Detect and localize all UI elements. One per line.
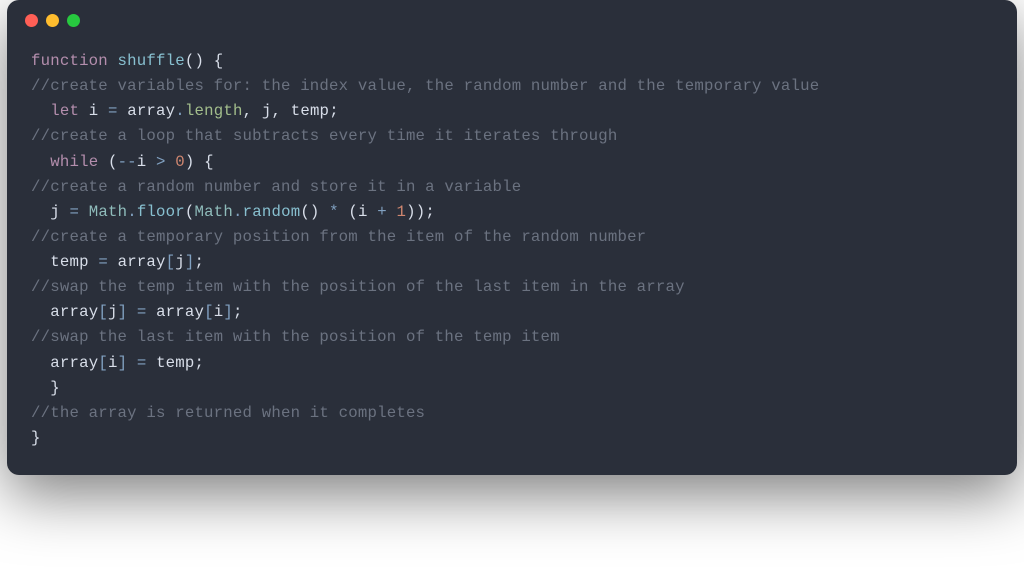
code-line: //the array is returned when it complete… — [31, 401, 993, 426]
token-ident: i — [108, 354, 118, 372]
token-ident: array — [127, 102, 175, 120]
comment-text: //create a temporary position from the i… — [31, 228, 646, 246]
token-semicolon: ; — [195, 253, 205, 271]
token-bracket: ] — [223, 303, 233, 321]
token-brace: { — [204, 153, 214, 171]
code-line: temp = array[j]; — [31, 250, 993, 275]
token-paren: ( — [108, 153, 118, 171]
code-line: while (--i > 0) { — [31, 150, 993, 175]
token-bracket: [ — [98, 354, 108, 372]
token-operator: -- — [118, 153, 137, 171]
token-bracket: [ — [166, 253, 176, 271]
token-method: random — [243, 203, 301, 221]
token-comma: , — [271, 102, 281, 120]
token-funcname: shuffle — [118, 52, 185, 70]
token-ident: i — [137, 153, 147, 171]
comment-text: //swap the last item with the position o… — [31, 328, 560, 346]
token-semicolon: ; — [233, 303, 243, 321]
token-ident: temp — [156, 354, 194, 372]
comment-text: //create a random number and store it in… — [31, 178, 521, 196]
token-operator: = — [137, 303, 147, 321]
token-ident: temp — [50, 253, 88, 271]
token-paren: ) — [185, 153, 195, 171]
token-method: floor — [137, 203, 185, 221]
token-bracket: ] — [118, 354, 128, 372]
token-bracket: ] — [185, 253, 195, 271]
token-ident: j — [50, 203, 60, 221]
token-comma: , — [243, 102, 253, 120]
token-operator: = — [137, 354, 147, 372]
token-keyword: let — [50, 102, 79, 120]
code-line: //create a random number and store it in… — [31, 175, 993, 200]
token-semicolon: ; — [329, 102, 339, 120]
token-operator: * — [329, 203, 339, 221]
token-paren: ( — [185, 203, 195, 221]
code-line: j = Math.floor(Math.random() * (i + 1)); — [31, 200, 993, 225]
token-operator: = — [108, 102, 118, 120]
token-operator: = — [98, 253, 108, 271]
token-semicolon: ; — [425, 203, 435, 221]
comment-text: //the array is returned when it complete… — [31, 404, 425, 422]
minimize-icon[interactable] — [46, 14, 59, 27]
close-icon[interactable] — [25, 14, 38, 27]
token-operator: = — [69, 203, 79, 221]
token-ident: i — [214, 303, 224, 321]
token-semicolon: ; — [195, 354, 205, 372]
code-line: } — [31, 376, 993, 401]
token-keyword: while — [50, 153, 98, 171]
comment-text: //create variables for: the index value,… — [31, 77, 819, 95]
token-brace: } — [31, 429, 41, 447]
code-line: function shuffle() { — [31, 49, 993, 74]
token-ident: i — [358, 203, 368, 221]
code-line: let i = array.length, j, temp; — [31, 99, 993, 124]
code-line: //create a temporary position from the i… — [31, 225, 993, 250]
token-ident: array — [50, 303, 98, 321]
code-line: //swap the last item with the position o… — [31, 325, 993, 350]
token-operator: . — [127, 203, 137, 221]
token-ident: array — [118, 253, 166, 271]
token-operator: > — [156, 153, 166, 171]
token-bracket: ] — [118, 303, 128, 321]
token-operator: . — [233, 203, 243, 221]
token-paren: () — [185, 52, 204, 70]
token-object: Math — [195, 203, 233, 221]
code-line: //create variables for: the index value,… — [31, 74, 993, 99]
token-paren: ( — [348, 203, 358, 221]
token-operator: . — [175, 102, 185, 120]
comment-text: //create a loop that subtracts every tim… — [31, 127, 617, 145]
code-area: function shuffle() {//create variables f… — [7, 35, 1017, 475]
token-ident: i — [89, 102, 99, 120]
token-ident: array — [156, 303, 204, 321]
code-line: array[j] = array[i]; — [31, 300, 993, 325]
token-ident: temp — [291, 102, 329, 120]
token-brace: } — [50, 379, 60, 397]
code-window: function shuffle() {//create variables f… — [7, 0, 1017, 475]
token-brace: { — [214, 52, 224, 70]
token-keyword: function — [31, 52, 108, 70]
window-titlebar — [7, 0, 1017, 35]
comment-text: //swap the temp item with the position o… — [31, 278, 685, 296]
token-number: 1 — [397, 203, 407, 221]
code-line: //swap the temp item with the position o… — [31, 275, 993, 300]
token-prop: length — [185, 102, 243, 120]
token-paren: () — [300, 203, 319, 221]
token-ident: j — [175, 253, 185, 271]
code-line: } — [31, 426, 993, 451]
token-ident: array — [50, 354, 98, 372]
token-number: 0 — [175, 153, 185, 171]
code-line: //create a loop that subtracts every tim… — [31, 124, 993, 149]
token-operator: + — [377, 203, 387, 221]
token-bracket: [ — [204, 303, 214, 321]
token-object: Math — [89, 203, 127, 221]
token-paren: )) — [406, 203, 425, 221]
token-bracket: [ — [98, 303, 108, 321]
code-line: array[i] = temp; — [31, 351, 993, 376]
maximize-icon[interactable] — [67, 14, 80, 27]
token-ident: j — [108, 303, 118, 321]
